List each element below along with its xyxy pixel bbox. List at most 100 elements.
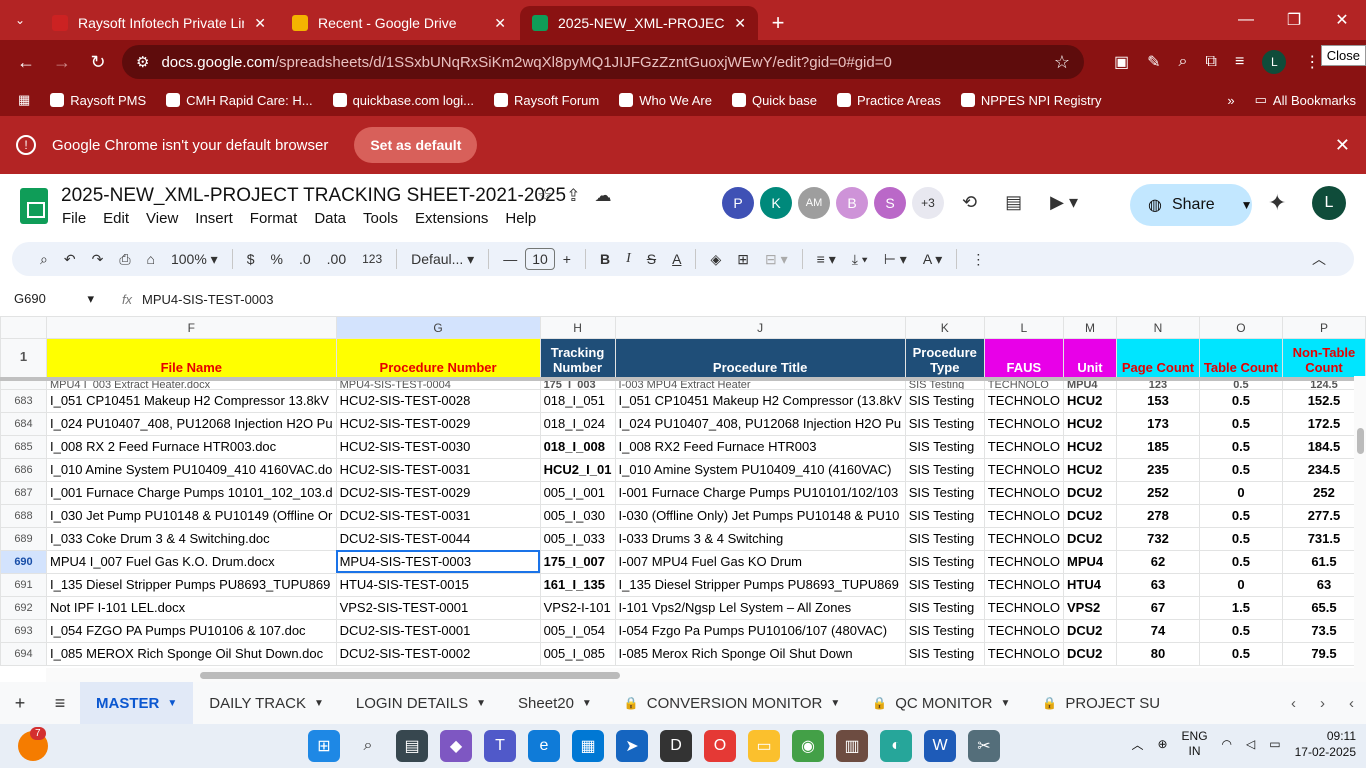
bookmark-item[interactable]: Who We Are bbox=[619, 93, 712, 108]
cell[interactable]: 278 bbox=[1115, 503, 1200, 528]
row-number[interactable]: 683 bbox=[0, 388, 47, 413]
cell[interactable]: SIS Testing bbox=[904, 411, 985, 436]
row-number[interactable]: 685 bbox=[0, 434, 47, 459]
cell[interactable]: HCU2 bbox=[1062, 457, 1117, 482]
cell[interactable]: HCU2-SIS-TEST-0029 bbox=[335, 411, 541, 436]
app-icon[interactable]: ◐ bbox=[880, 730, 912, 762]
cell[interactable]: TECHNOLO bbox=[983, 572, 1064, 597]
back-icon[interactable]: ← bbox=[8, 52, 44, 73]
borders-icon[interactable]: ⊞ bbox=[729, 251, 757, 268]
header-cell[interactable]: Procedure Type bbox=[904, 338, 985, 381]
cell[interactable]: HCU2-SIS-TEST-0031 bbox=[335, 457, 541, 482]
cell[interactable]: 74 bbox=[1115, 618, 1200, 643]
cell[interactable]: DCU2 bbox=[1062, 641, 1117, 666]
pen-icon[interactable]: ✎ bbox=[1147, 52, 1160, 72]
share-dropdown-icon[interactable]: ▼ bbox=[1241, 198, 1253, 212]
cell[interactable]: 175_I_007 bbox=[539, 549, 616, 574]
column-header[interactable]: N bbox=[1115, 316, 1200, 339]
cell[interactable]: TECHNOLO bbox=[983, 480, 1064, 505]
cell[interactable]: SIS Testing bbox=[904, 549, 985, 574]
scroll-left-icon[interactable]: ‹ bbox=[1291, 695, 1296, 712]
menu-help[interactable]: Help bbox=[505, 210, 536, 227]
cell[interactable]: 252 bbox=[1115, 480, 1200, 505]
row-number[interactable]: 692 bbox=[0, 595, 47, 620]
decrease-decimal-button[interactable]: .0 bbox=[291, 251, 319, 267]
cell[interactable]: I_135 Diesel Stripper Pumps PU8693_TUPU8… bbox=[45, 572, 337, 597]
close-tab-icon[interactable]: ✕ bbox=[254, 15, 266, 32]
sheet-tab[interactable]: Sheet20 ▼ bbox=[502, 682, 608, 724]
cell[interactable]: SIS Testing bbox=[904, 480, 985, 505]
cell[interactable]: TECHNOLO bbox=[983, 641, 1064, 666]
network-status-icon[interactable]: ⊕ bbox=[1157, 737, 1167, 751]
row-number[interactable]: 686 bbox=[0, 457, 47, 482]
scroll-thumb[interactable] bbox=[1357, 428, 1364, 454]
menu-tools[interactable]: Tools bbox=[363, 210, 398, 227]
cell[interactable]: 123 bbox=[1115, 378, 1200, 390]
column-header[interactable]: P bbox=[1281, 316, 1366, 339]
close-window-icon[interactable]: ✕ bbox=[1318, 0, 1366, 40]
cell[interactable]: TECHNOLO bbox=[983, 549, 1064, 574]
cell[interactable]: HCU2_I_01 bbox=[539, 457, 616, 482]
cell[interactable]: 005_I_054 bbox=[539, 618, 616, 643]
cell[interactable]: DCU2-SIS-TEST-0029 bbox=[335, 480, 541, 505]
row-number[interactable]: 688 bbox=[0, 503, 47, 528]
cell[interactable]: I_010 Amine System PU10409_410 4160VAC.d… bbox=[45, 457, 337, 482]
vertical-align-icon[interactable]: ⤓ ▾ bbox=[844, 251, 876, 268]
cell[interactable]: SIS Testing bbox=[904, 595, 985, 620]
share-button[interactable]: ◍ Share ▼ bbox=[1130, 184, 1253, 226]
cell[interactable]: DCU2-SIS-TEST-0044 bbox=[335, 526, 541, 551]
cell[interactable]: I_008 RX2 Feed Furnace HTR003 bbox=[614, 434, 906, 459]
header-cell[interactable]: Procedure Number bbox=[335, 338, 541, 381]
cell[interactable]: HTU4 bbox=[1062, 572, 1117, 597]
cell[interactable]: I_054 FZGO PA Pumps PU10106 & 107.doc bbox=[45, 618, 337, 643]
dell-icon[interactable]: D bbox=[660, 730, 692, 762]
cell[interactable]: MPU4-SIS-TEST-0003 bbox=[335, 549, 541, 574]
cell[interactable]: SIS Testing bbox=[904, 572, 985, 597]
cell[interactable]: TECHNOLO bbox=[983, 503, 1064, 528]
store-icon[interactable]: ▦ bbox=[572, 730, 604, 762]
history-icon[interactable]: ⟲ bbox=[962, 192, 977, 213]
cell[interactable]: 161_I_135 bbox=[539, 572, 616, 597]
zoom-icon[interactable]: ⌕ bbox=[1179, 53, 1188, 71]
add-sheet-icon[interactable]: + bbox=[0, 693, 40, 714]
bookmark-item[interactable]: NPPES NPI Registry bbox=[960, 93, 1102, 108]
sheet-tab[interactable]: MASTER ▼ bbox=[80, 682, 194, 724]
menu-icon[interactable]: ⋮ bbox=[1304, 52, 1320, 72]
puzzle-icon[interactable]: ⧉ bbox=[1206, 53, 1217, 71]
menu-view[interactable]: View bbox=[146, 210, 178, 227]
cell[interactable]: 175_I_003 bbox=[539, 378, 616, 390]
cell[interactable]: I_024 PU10407_408, PU12068 Injection H2O… bbox=[614, 411, 906, 436]
document-title[interactable]: 2025-NEW_XML-PROJECT TRACKING SHEET-2021… bbox=[61, 185, 566, 207]
menu-format[interactable]: Format bbox=[250, 210, 298, 227]
star-icon[interactable]: ☆ bbox=[537, 186, 552, 206]
cell[interactable]: DCU2-SIS-TEST-0002 bbox=[335, 641, 541, 666]
snipping-tool-icon[interactable]: ✂ bbox=[968, 730, 1000, 762]
all-sheets-icon[interactable]: ≡ bbox=[40, 693, 80, 714]
search-icon[interactable]: ⌕ bbox=[352, 730, 384, 762]
cell[interactable]: VPS2-SIS-TEST-0001 bbox=[335, 595, 541, 620]
bookmark-item[interactable]: Quick base bbox=[731, 93, 817, 108]
menu-edit[interactable]: Edit bbox=[103, 210, 129, 227]
decrease-font-icon[interactable]: — bbox=[495, 251, 525, 267]
cell[interactable]: SIS Testing bbox=[904, 434, 985, 459]
column-header[interactable]: K bbox=[904, 316, 985, 339]
more-formats-button[interactable]: 123 bbox=[354, 252, 390, 266]
sheet-tab[interactable]: DAILY TRACK ▼ bbox=[193, 682, 340, 724]
cell[interactable]: I-054 Fzgo Pa Pumps PU10106/107 (480VAC) bbox=[614, 618, 906, 643]
more-collaborators-button[interactable]: +3 bbox=[912, 187, 944, 219]
column-header[interactable]: J bbox=[614, 316, 906, 339]
bookmark-item[interactable]: quickbase.com logi... bbox=[332, 93, 474, 108]
sheet-tab-menu-icon[interactable]: ▼ bbox=[830, 698, 840, 709]
cell[interactable]: 80 bbox=[1115, 641, 1200, 666]
account-avatar[interactable]: L bbox=[1312, 186, 1346, 220]
show-hidden-icons[interactable]: ︿ bbox=[1131, 736, 1143, 753]
url-input[interactable]: ⚙ docs.google.com/spreadsheets/d/1SSxbUN… bbox=[122, 45, 1084, 79]
cell[interactable]: 0.5 bbox=[1198, 526, 1283, 551]
percent-format-button[interactable]: % bbox=[263, 251, 291, 267]
cell[interactable]: 018_I_024 bbox=[539, 411, 616, 436]
reload-icon[interactable]: ↻ bbox=[80, 52, 116, 73]
paint-format-icon[interactable]: ⌂ bbox=[139, 251, 163, 267]
text-rotation-icon[interactable]: A ▾ bbox=[915, 251, 950, 268]
cell[interactable]: TECHNOLO bbox=[983, 595, 1064, 620]
sheet-tab[interactable]: 🔒 QC MONITOR ▼ bbox=[856, 682, 1026, 724]
